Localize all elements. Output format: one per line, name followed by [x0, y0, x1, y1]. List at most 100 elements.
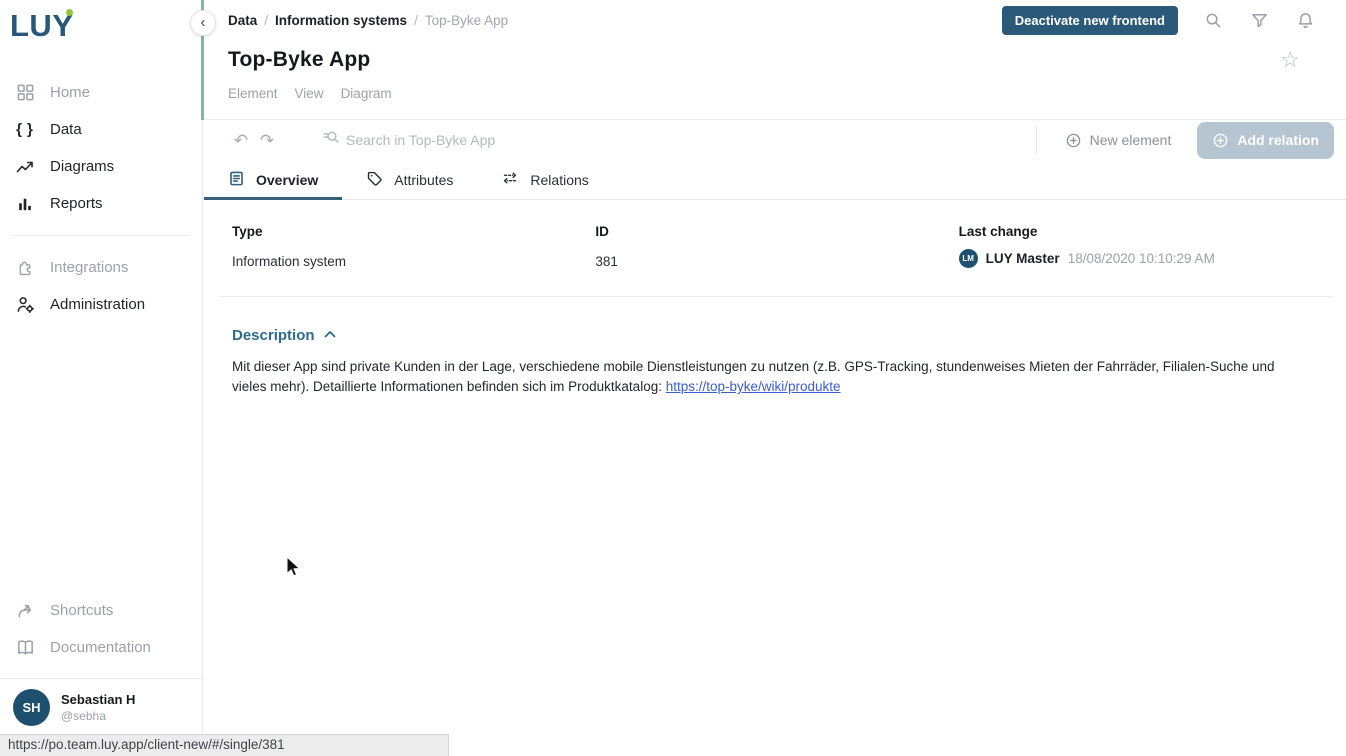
app-logo-text: LUY	[10, 8, 74, 43]
tab-attributes-label: Attributes	[394, 172, 453, 188]
breadcrumb-current: Top-Byke App	[425, 13, 508, 28]
home-icon	[14, 82, 36, 104]
add-relation-button[interactable]: Add relation	[1197, 122, 1334, 159]
book-icon	[14, 637, 36, 659]
sidebar-nav: Home { } Data Diagrams Reports Integrati…	[0, 74, 202, 323]
field-id-value: 381	[595, 254, 958, 269]
breadcrumb-separator: /	[264, 13, 268, 28]
sidebar-spacer	[0, 323, 202, 592]
page-header: Data / Information systems / Top-Byke Ap…	[204, 0, 1346, 120]
fields-row: Type Information system ID 381 Last chan…	[232, 224, 1322, 269]
tab-relations-label: Relations	[530, 172, 588, 188]
add-relation-label: Add relation	[1237, 132, 1319, 148]
sidebar-item-reports[interactable]: Reports	[0, 185, 202, 222]
sidebar-item-administration[interactable]: Administration	[0, 286, 202, 323]
element-toolbar: ↶ ↷ Search in Top-Byke App New element A…	[204, 120, 1346, 160]
plus-circle-icon	[1212, 132, 1229, 149]
sidebar-item-label: Shortcuts	[50, 602, 113, 619]
sidebar-item-documentation[interactable]: Documentation	[0, 629, 202, 666]
search-in-element-input[interactable]: Search in Top-Byke App	[322, 129, 1036, 152]
page-title: Top-Byke App	[228, 48, 370, 72]
sidebar-divider	[12, 235, 190, 236]
field-type: Type Information system	[232, 224, 595, 269]
statusbar-url: https://po.team.luy.app/client-new/#/sin…	[0, 734, 449, 756]
field-id: ID 381	[595, 224, 958, 269]
user-profile[interactable]: SH Sebastian H @sebha	[0, 678, 202, 734]
sidebar-item-label: Data	[50, 121, 82, 138]
description-link[interactable]: https://top-byke/wiki/produkte	[666, 379, 841, 394]
relations-arrows-icon	[501, 169, 519, 190]
app-logo: LUY	[10, 8, 80, 48]
undo-icon[interactable]: ↶	[228, 132, 254, 149]
description-header[interactable]: Description	[232, 326, 1322, 344]
sidebar-collapse-button[interactable]: ‹	[190, 10, 216, 36]
last-change-user: LUY Master	[986, 251, 1060, 266]
tab-attributes[interactable]: Attributes	[342, 160, 477, 199]
view-tabs: Element View Diagram	[228, 86, 1324, 101]
sidebar-item-label: Documentation	[50, 639, 151, 656]
user-meta: Sebastian H @sebha	[61, 692, 135, 723]
data-braces-icon: { }	[14, 119, 36, 141]
last-change-value: LM LUY Master 18/08/2020 10:10:29 AM	[959, 249, 1322, 268]
overview-panel: Type Information system ID 381 Last chan…	[204, 200, 1346, 756]
breadcrumb-separator: /	[414, 13, 418, 28]
field-type-label: Type	[232, 224, 595, 239]
tab-diagram[interactable]: Diagram	[341, 86, 392, 101]
sidebar: ‹ LUY Home { } Data Diagrams Reports	[0, 0, 203, 756]
overview-document-icon	[228, 170, 245, 190]
redo-icon[interactable]: ↷	[254, 132, 280, 149]
tab-relations[interactable]: Relations	[477, 160, 612, 199]
shortcuts-branch-icon	[14, 600, 36, 622]
sidebar-item-label: Diagrams	[50, 158, 114, 175]
field-last-change: Last change LM LUY Master 18/08/2020 10:…	[959, 224, 1322, 269]
sidebar-item-data[interactable]: { } Data	[0, 111, 202, 148]
breadcrumb: Data / Information systems / Top-Byke Ap…	[228, 13, 508, 28]
new-element-label: New element	[1090, 132, 1172, 148]
sidebar-item-label: Reports	[50, 195, 103, 212]
search-placeholder: Search in Top-Byke App	[346, 132, 495, 148]
breadcrumb-data[interactable]: Data	[228, 13, 257, 28]
tab-view[interactable]: View	[295, 86, 324, 101]
field-type-value: Information system	[232, 254, 595, 269]
header-actions: Deactivate new frontend	[1002, 6, 1324, 35]
notifications-bell-icon[interactable]	[1286, 7, 1324, 33]
sidebar-item-label: Administration	[50, 296, 145, 313]
plus-circle-icon	[1065, 132, 1082, 149]
sidebar-item-diagrams[interactable]: Diagrams	[0, 148, 202, 185]
user-name: Sebastian H	[61, 692, 135, 707]
search-icon[interactable]	[1194, 7, 1232, 33]
user-avatar[interactable]: SH	[13, 689, 50, 726]
tab-element[interactable]: Element	[228, 86, 278, 101]
sidebar-item-integrations[interactable]: Integrations	[0, 249, 202, 286]
reports-icon	[14, 193, 36, 215]
description-heading: Description	[232, 327, 315, 344]
tab-overview[interactable]: Overview	[204, 160, 342, 199]
element-tab-bar: Overview Attributes Relations	[204, 160, 1346, 200]
diagrams-icon	[14, 156, 36, 178]
section-divider	[219, 296, 1334, 297]
search-lines-icon	[322, 129, 340, 152]
sidebar-item-label: Home	[50, 84, 90, 101]
field-id-label: ID	[595, 224, 958, 239]
breadcrumb-information-systems[interactable]: Information systems	[275, 13, 407, 28]
puzzle-icon	[14, 257, 36, 279]
sidebar-item-home[interactable]: Home	[0, 74, 202, 111]
new-element-button[interactable]: New element	[1051, 124, 1186, 157]
admin-user-gear-icon	[14, 294, 36, 316]
user-handle: @sebha	[61, 709, 135, 723]
tag-icon	[366, 170, 383, 190]
field-last-change-label: Last change	[959, 224, 1322, 239]
deactivate-frontend-button[interactable]: Deactivate new frontend	[1002, 6, 1178, 35]
favorite-star-icon[interactable]: ☆	[1280, 49, 1300, 71]
sidebar-item-shortcuts[interactable]: Shortcuts	[0, 592, 202, 629]
main-area: Data / Information systems / Top-Byke Ap…	[204, 0, 1346, 756]
chevron-up-icon	[324, 326, 336, 344]
filter-icon[interactable]	[1240, 7, 1278, 33]
sidebar-item-label: Integrations	[50, 259, 128, 276]
logo-green-dot	[66, 9, 73, 16]
last-change-avatar: LM	[959, 249, 978, 268]
tab-overview-label: Overview	[256, 172, 318, 188]
toolbar-separator	[1036, 126, 1037, 154]
description-text: Mit dieser App sind private Kunden in de…	[232, 357, 1322, 398]
last-change-timestamp: 18/08/2020 10:10:29 AM	[1068, 251, 1215, 266]
